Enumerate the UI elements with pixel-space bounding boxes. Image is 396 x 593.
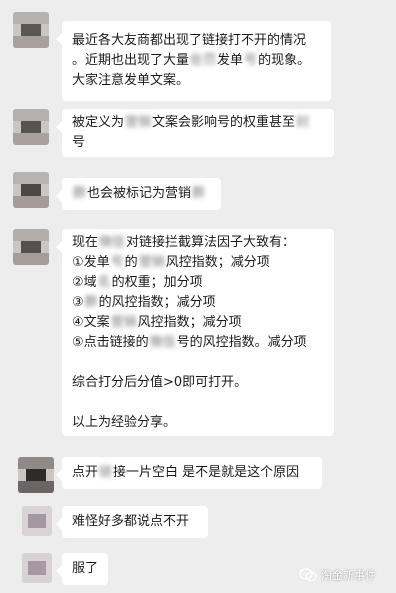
- message-line: 最近各大友商都出现了链接打不开的情况: [72, 33, 307, 48]
- wechat-official-account-icon: [299, 568, 317, 582]
- message-line: 群也会被标记为营销群: [73, 186, 206, 201]
- message-line: ②域名的权重；加分项: [72, 275, 203, 290]
- message-line: ④文案营销风控指数；减分项: [72, 315, 242, 330]
- message-line: [72, 393, 324, 413]
- message-line: 难怪好多都说点不开: [72, 514, 190, 529]
- message-bubble[interactable]: 最近各大友商都出现了链接打不开的情况 。近期也出现了大量处罚发单号的现象。 大家注意…: [56, 21, 331, 101]
- message-line: ③群的风控指数；减分项: [72, 295, 216, 310]
- avatar[interactable]: [18, 457, 54, 493]
- message-bubble[interactable]: 点开链接一片空白 是不是就是这个原因: [56, 457, 322, 489]
- avatar[interactable]: [13, 12, 49, 48]
- watermark-text: 淘金新事件: [321, 569, 376, 582]
- watermark: 淘金新事件: [299, 567, 376, 583]
- message-line: 以上为经验分享。: [72, 415, 177, 430]
- message-bubble[interactable]: 现在微信对链接拦截算法因子大致有： ①发单号的营销风控指数；减分项 ②域名的权重；加…: [56, 229, 334, 436]
- message-bubble[interactable]: 难怪好多都说点不开: [56, 506, 208, 538]
- avatar[interactable]: [13, 172, 49, 208]
- message-line: 。近期也出现了大量处罚发单号的现象。: [72, 53, 311, 68]
- message-bubble[interactable]: 被定义为营销文案会影响号的权重甚至封号: [56, 109, 334, 157]
- message-bubble[interactable]: 群也会被标记为营销群: [56, 178, 221, 210]
- message-line: ①发单号的营销风控指数；减分项: [72, 255, 270, 270]
- avatar[interactable]: [13, 109, 49, 145]
- message-line: 服了: [72, 561, 99, 576]
- message-line: 大家注意发单文案。: [72, 73, 190, 88]
- avatar[interactable]: [13, 229, 49, 265]
- message-bubble[interactable]: 服了: [56, 553, 108, 585]
- avatar[interactable]: [22, 553, 52, 583]
- message-line: 综合打分后分值>0即可打开。: [72, 375, 248, 390]
- message-line: 被定义为营销文案会影响号的权重甚至封: [72, 115, 310, 130]
- message-line: [72, 353, 324, 373]
- message-line: 点开链接一片空白 是不是就是这个原因: [72, 465, 300, 480]
- message-line: 号: [72, 135, 86, 150]
- avatar[interactable]: [22, 506, 52, 536]
- message-line: 现在微信对链接拦截算法因子大致有：: [72, 235, 296, 250]
- message-line: ⑤点击链接的微信号的风控指数。减分项: [72, 335, 307, 350]
